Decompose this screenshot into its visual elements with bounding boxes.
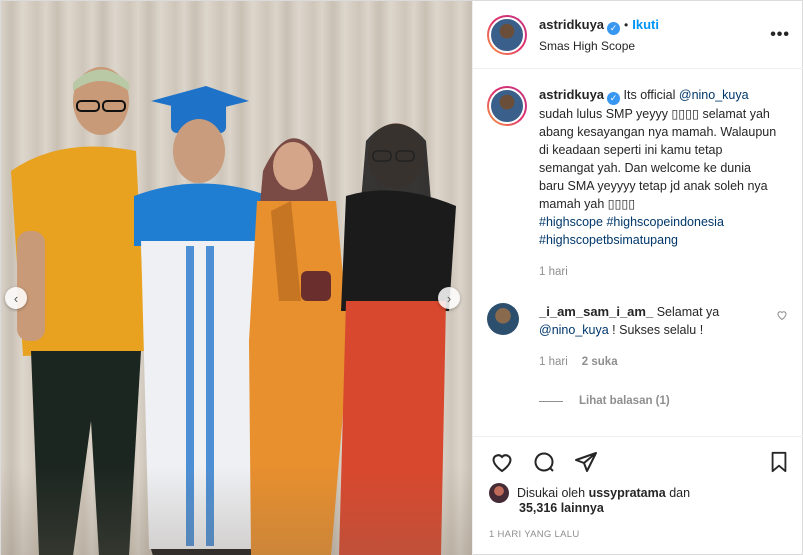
comment-text-part1: Selamat ya bbox=[656, 305, 720, 319]
liked-by-prefix: Disukai oleh bbox=[517, 486, 586, 500]
caption-mention-link[interactable]: @nino_kuya bbox=[679, 88, 749, 102]
liked-by-and: dan bbox=[669, 486, 691, 500]
follow-button[interactable]: Ikuti bbox=[632, 17, 659, 32]
liker-avatar[interactable] bbox=[489, 483, 509, 503]
chevron-left-icon: ‹ bbox=[13, 290, 19, 306]
person-father bbox=[11, 67, 146, 555]
share-paper-plane-icon[interactable] bbox=[573, 450, 599, 474]
commenter-avatar[interactable] bbox=[487, 303, 519, 335]
liked-by-user[interactable]: ussypratama bbox=[589, 484, 666, 502]
action-icons-row bbox=[489, 447, 790, 477]
separator-dot: • bbox=[624, 17, 629, 32]
hashtag-link[interactable]: #highscopeindonesia bbox=[606, 215, 723, 229]
verified-badge-icon: ✓ bbox=[607, 92, 621, 105]
previous-photo-button[interactable]: ‹ bbox=[5, 287, 27, 309]
comment-timestamp[interactable]: 1 hari bbox=[539, 356, 568, 368]
chevron-right-icon: › bbox=[446, 290, 452, 306]
caption-timestamp[interactable]: 1 hari bbox=[539, 266, 568, 278]
comments-section: astridkuya ✓ Its official @nino_kuya suda… bbox=[473, 70, 803, 436]
location-link[interactable]: Smas High Scope bbox=[539, 39, 659, 53]
post-actions: Disukai oleh ussypratama dan 35,316 lain… bbox=[473, 436, 803, 540]
post-date[interactable]: 1 HARI YANG LALU bbox=[489, 529, 790, 540]
post-photo[interactable]: ‹ › bbox=[1, 1, 472, 555]
person-daughter bbox=[339, 123, 456, 555]
view-replies-label: Lihat balasan (1) bbox=[579, 395, 670, 407]
commenter-username[interactable]: _i_am_sam_i_am_ bbox=[539, 304, 653, 319]
author-info: astridkuya ✓ • Ikuti Smas High Scope bbox=[539, 17, 659, 53]
comment-bubble-icon[interactable] bbox=[531, 450, 557, 474]
caption-text-part2: sudah lulus SMP yeyyy ▯▯▯▯ selamat yah a… bbox=[539, 107, 777, 211]
liked-by-row: Disukai oleh ussypratama dan bbox=[489, 483, 790, 503]
caption-meta: 1 hari bbox=[539, 263, 777, 281]
more-options-icon[interactable]: ••• bbox=[770, 26, 790, 44]
hashtag-link[interactable]: #highscope bbox=[539, 215, 603, 229]
person-mother bbox=[249, 138, 349, 555]
caption-text-part1: Its official bbox=[623, 88, 679, 102]
likes-count-button[interactable]: 35,316 lainnya bbox=[519, 501, 790, 515]
comment-text-part2: ! Sukses selalu ! bbox=[612, 323, 704, 337]
comment-meta: 1 hari 2 suka bbox=[539, 353, 754, 371]
save-bookmark-icon[interactable] bbox=[768, 450, 790, 474]
comment-likes-count[interactable]: 2 suka bbox=[582, 356, 618, 368]
replies-divider bbox=[539, 400, 563, 402]
view-replies-button[interactable]: Lihat balasan (1) bbox=[539, 395, 788, 407]
caption-row: astridkuya ✓ Its official @nino_kuya suda… bbox=[487, 86, 788, 281]
verified-badge-icon: ✓ bbox=[607, 21, 621, 35]
author-avatar[interactable] bbox=[487, 14, 527, 55]
post-details-panel: astridkuya ✓ • Ikuti Smas High Scope ••• as… bbox=[472, 1, 803, 555]
author-username[interactable]: astridkuya bbox=[539, 17, 604, 32]
post-header: astridkuya ✓ • Ikuti Smas High Scope ••• bbox=[473, 1, 803, 69]
next-photo-button[interactable]: › bbox=[438, 287, 460, 309]
comment-like-heart-icon[interactable] bbox=[776, 303, 788, 371]
like-heart-icon[interactable] bbox=[489, 450, 515, 474]
hashtag-link[interactable]: #highscopetbsimatupang bbox=[539, 233, 678, 247]
comment-row: _i_am_sam_i_am_ Selamat ya @nino_kuya ! … bbox=[487, 303, 788, 371]
caption-username[interactable]: astridkuya bbox=[539, 87, 604, 102]
caption-author-avatar[interactable] bbox=[487, 86, 527, 126]
comment-text: _i_am_sam_i_am_ Selamat ya @nino_kuya ! … bbox=[539, 303, 754, 371]
comment-mention-link[interactable]: @nino_kuya bbox=[539, 323, 609, 337]
family-photo-illustration bbox=[11, 67, 456, 555]
caption-text: astridkuya ✓ Its official @nino_kuya suda… bbox=[539, 86, 777, 281]
instagram-post: ‹ › astridkuya ✓ • Ikuti Smas High Scope ••… bbox=[0, 0, 803, 555]
